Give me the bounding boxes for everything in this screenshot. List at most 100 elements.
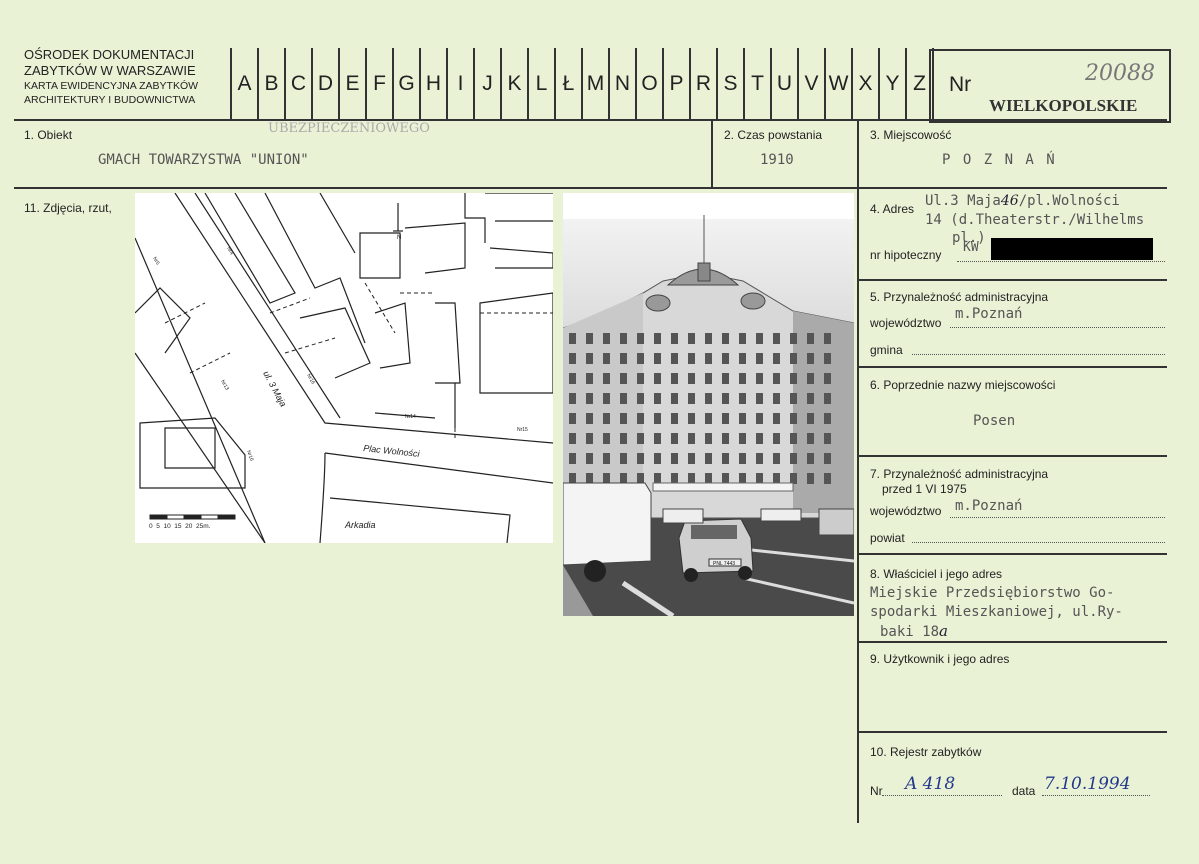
powiat-label: powiat [870, 531, 905, 545]
wlasciciel-line3: baki 18a [880, 622, 948, 640]
index-letter: C [284, 48, 311, 120]
wojewodztwo-value: m.Poznań [955, 498, 1023, 514]
institution-line1: OŚRODEK DOKUMENTACJI [24, 47, 195, 62]
divider [857, 366, 1167, 368]
index-letter: W [824, 48, 851, 120]
index-letter: A [230, 48, 257, 120]
license-plate: PNL 7443 [713, 561, 735, 567]
index-letter: N [608, 48, 635, 120]
index-letter: R [689, 48, 716, 120]
rejestr-data-label: data [1012, 784, 1036, 798]
redacted-block [991, 238, 1153, 260]
index-letter: I [446, 48, 473, 120]
region-stamp: WIELKOPOLSKIE [989, 96, 1138, 115]
house-number-label: Nr16 [245, 450, 254, 462]
divider [711, 119, 713, 189]
adres-line1: Ul.3 Maja46/pl.Wolności [925, 193, 1120, 209]
index-letter: T [743, 48, 770, 120]
wlasciciel-line1: Miejskie Przedsiębiorstwo Go- [870, 585, 1115, 601]
miejscowosc-label: 3. Miejscowość [870, 128, 952, 142]
card-type-line2: ARCHITEKTURY I BUDOWNICTWA [24, 94, 196, 106]
index-letter: E [338, 48, 365, 120]
record-card: OŚRODEK DOKUMENTACJI ZABYTKÓW W WARSZAWI… [0, 0, 1199, 864]
dotted-line [912, 354, 1165, 355]
scale-numbers: 0 5 10 15 20 25m. [149, 523, 211, 530]
square-label: Plac Wolności [363, 443, 421, 459]
obiekt-stamp: UBEZPIECZENIOWEGO [268, 121, 430, 136]
building-photo: PNL 7443 [563, 193, 854, 616]
dotted-line [912, 542, 1165, 543]
wlasciciel-label: 8. Właściciel i jego adres [870, 567, 1003, 581]
house-number-label: Nr4 [225, 246, 234, 256]
poprzednie-value: Posen [973, 413, 1016, 429]
hipoteczny-label: nr hipoteczny [870, 248, 942, 262]
map-drawing: N ul. 3 Maja Plac Wolności Arkadia Nr4 N… [135, 193, 553, 543]
rejestr-data-value: 7.10.1994 [1044, 774, 1131, 794]
przed1975-label2: przed 1 VI 1975 [882, 482, 967, 496]
institution-block: OŚRODEK DOKUMENTACJI ZABYTKÓW W WARSZAWI… [24, 47, 198, 107]
adres-number: 46 [1000, 193, 1019, 209]
dotted-line [957, 261, 1165, 262]
dotted-line [950, 327, 1165, 328]
miejscowosc-value: P O Z N A Ń [942, 152, 1057, 168]
adres-street: Ul.3 Maja [925, 193, 1001, 209]
index-letter: K [500, 48, 527, 120]
index-letter: U [770, 48, 797, 120]
zdjecia-label: 11. Zdjęcia, rzut, [24, 201, 112, 215]
house-number-label: Nr14 [405, 414, 416, 420]
house-number-label: Nr15 [517, 427, 528, 433]
przed1975-label1: 7. Przynależność administracyjna [870, 467, 1049, 481]
czas-label: 2. Czas powstania [724, 128, 823, 142]
divider [857, 455, 1167, 457]
adres-line2: 14 (d.Theaterstr./Wilhelms [925, 212, 1145, 228]
index-letter: H [419, 48, 446, 120]
alphabet-index: ABCDEFGHIJKLŁMNOPRSTUVWXYZ [230, 48, 934, 120]
poprzednie-label: 6. Poprzednie nazwy miejscowości [870, 378, 1056, 392]
index-letter: Ł [554, 48, 581, 120]
index-letter: L [527, 48, 554, 120]
photo-drawing: PNL 7443 [563, 193, 854, 616]
divider [857, 279, 1167, 281]
site-plan-map: N ul. 3 Maja Plac Wolności Arkadia Nr4 N… [135, 193, 553, 543]
index-letter: M [581, 48, 608, 120]
index-letter: V [797, 48, 824, 120]
street-label: ul. 3 Maja [261, 369, 288, 408]
wlasciciel-line2: spodarki Mieszkaniowej, ul.Ry- [870, 604, 1123, 620]
dotted-line [950, 517, 1165, 518]
wlasciciel-street: baki 18 [880, 624, 940, 640]
index-letter: B [257, 48, 284, 120]
wojewodztwo-value: m.Poznań [955, 306, 1023, 322]
dotted-line [1042, 795, 1150, 796]
north-marker: N [397, 235, 401, 241]
wlasciciel-hand: a [939, 622, 948, 640]
house-number-label: Nr5 [151, 256, 160, 266]
divider [857, 641, 1167, 643]
divider [857, 731, 1167, 733]
building-label: Arkadia [344, 520, 376, 530]
divider [14, 187, 1167, 189]
rejestr-nr-value: A 418 [905, 774, 956, 794]
obiekt-value: GMACH TOWARZYSTWA "UNION" [98, 152, 309, 168]
divider [857, 119, 859, 823]
wojewodztwo-label: województwo [870, 316, 942, 330]
index-letter: P [662, 48, 689, 120]
index-letter: S [716, 48, 743, 120]
institution-line2: ZABYTKÓW W WARSZAWIE [24, 63, 196, 78]
rejestr-nr-label: Nr [870, 784, 883, 798]
uzytkownik-label: 9. Użytkownik i jego adres [870, 652, 1010, 666]
index-letter: D [311, 48, 338, 120]
index-letter: X [851, 48, 878, 120]
card-type-line1: KARTA EWIDENCYJNA ZABYTKÓW [24, 80, 199, 92]
nr-value: 20088 [1085, 61, 1155, 86]
index-letter: F [365, 48, 392, 120]
divider [14, 119, 1167, 121]
kw-label: KW [963, 240, 979, 255]
house-number-label: Nr13 [219, 379, 230, 392]
rejestr-label: 10. Rejestr zabytków [870, 745, 982, 759]
divider [857, 553, 1167, 555]
przynaleznosc-label: 5. Przynależność administracyjna [870, 290, 1049, 304]
index-letter: J [473, 48, 500, 120]
obiekt-label: 1. Obiekt [24, 128, 73, 142]
index-letter: Y [878, 48, 905, 120]
dotted-line [882, 795, 1002, 796]
